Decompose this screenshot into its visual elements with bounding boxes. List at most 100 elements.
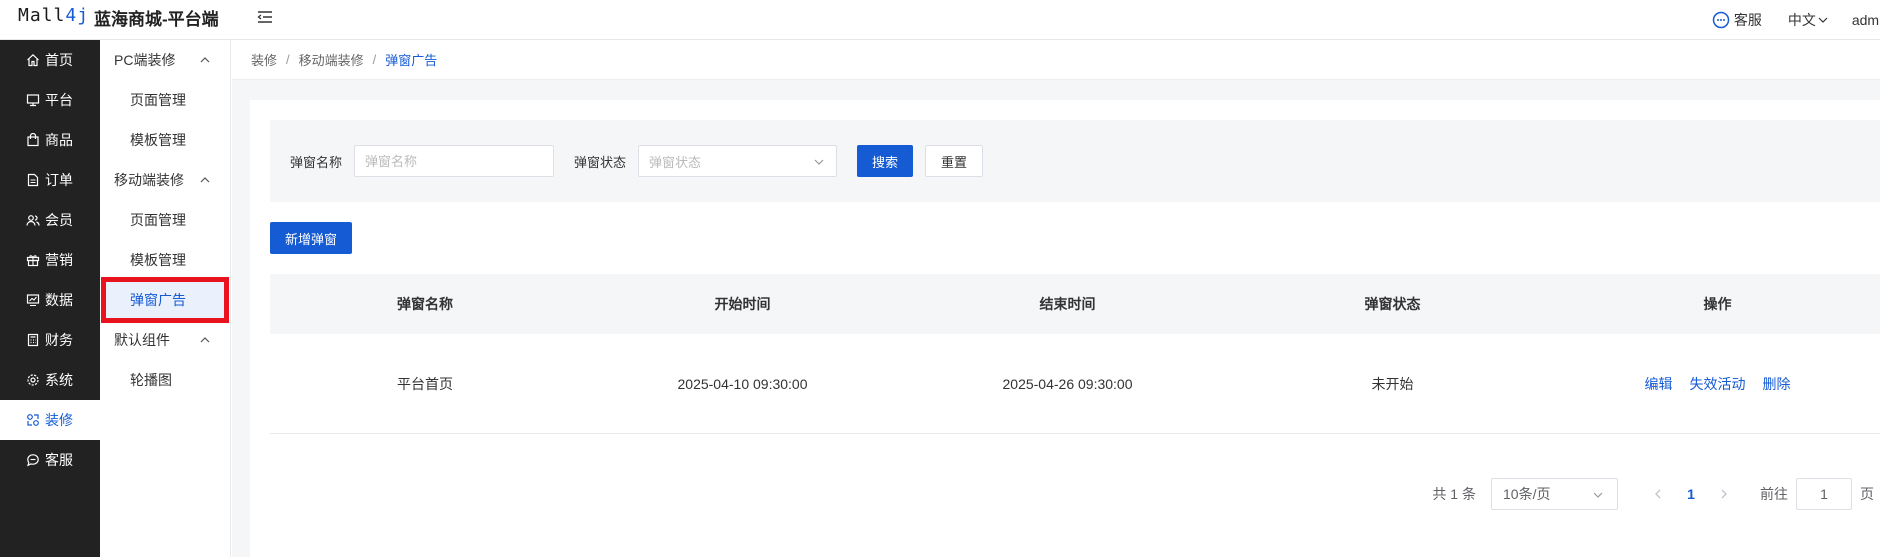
- submenu-item-pc-templates[interactable]: 模板管理: [100, 120, 230, 160]
- language-label: 中文: [1787, 12, 1816, 28]
- add-popup-button[interactable]: 新增弹窗: [270, 222, 353, 254]
- submenu-item-carousel[interactable]: 轮播图: [100, 360, 230, 400]
- submenu-item-popup-ads[interactable]: 弹窗广告: [101, 277, 229, 323]
- status-filter-label: 弹窗状态: [574, 154, 627, 170]
- document-icon: [27, 173, 39, 187]
- sidebar-item-platform[interactable]: 平台: [0, 80, 100, 120]
- filter-bar: 弹窗名称 弹窗状态 弹窗状态 搜索 重置: [270, 120, 1880, 202]
- chevron-up-icon: [200, 57, 210, 63]
- submenu-group-default[interactable]: 默认组件: [100, 320, 230, 360]
- column-header: 开始时间: [714, 296, 771, 312]
- edit-link[interactable]: 编辑: [1645, 374, 1673, 394]
- sidebar-item-service[interactable]: 客服: [0, 440, 100, 480]
- chat-icon: [27, 454, 39, 467]
- prev-page-button[interactable]: [1642, 486, 1674, 502]
- next-page-button[interactable]: [1708, 486, 1740, 502]
- goto-page-input[interactable]: [1796, 478, 1852, 510]
- collapse-menu-icon[interactable]: [254, 6, 276, 28]
- chevron-left-icon: [1655, 489, 1661, 499]
- logo-prefix: Mall: [18, 5, 66, 26]
- sidebar-item-label: 系统: [45, 372, 73, 388]
- language-switcher[interactable]: 中文: [1788, 10, 1828, 30]
- submenu-item-mobile-pages[interactable]: 页面管理: [100, 200, 230, 240]
- gear-icon: [27, 374, 39, 386]
- cell-actions: 编辑 失效活动 删除: [1555, 374, 1880, 394]
- submenu-item-mobile-templates[interactable]: 模板管理: [100, 240, 230, 280]
- chat-bubble-icon: [1712, 11, 1730, 29]
- sidebar-item-finance[interactable]: 财务: [0, 320, 100, 360]
- sidebar-item-label: 营销: [45, 252, 73, 268]
- breadcrumb-separator: /: [286, 52, 290, 67]
- popup-name-input[interactable]: [354, 145, 555, 177]
- table-header: 弹窗名称 开始时间 结束时间 弹窗状态 操作: [270, 274, 1880, 334]
- main-content: 装修 / 移动端装修 / 弹窗广告 弹窗名称 弹窗状态 弹窗状态 搜索 重置 新…: [232, 40, 1880, 557]
- customer-service-link[interactable]: 客服: [1712, 10, 1762, 30]
- top-bar: Mall4j 蓝海商城-平台端 客服 中文 admin: [0, 0, 1880, 40]
- page-unit-label: 页: [1860, 486, 1874, 502]
- table-row: 平台首页 2025-04-10 09:30:00 2025-04-26 09:3…: [270, 334, 1880, 434]
- column-header: 操作: [1703, 296, 1732, 312]
- app-title: 蓝海商城-平台端: [94, 10, 219, 29]
- sidebar-item-label: 商品: [45, 132, 73, 148]
- chevron-up-icon: [200, 337, 210, 343]
- column-header: 弹窗状态: [1364, 296, 1421, 312]
- user-menu[interactable]: admin: [1852, 12, 1880, 28]
- cell-name: 平台首页: [397, 375, 453, 392]
- sidebar-item-label: 平台: [45, 92, 73, 108]
- breadcrumb-current: 弹窗广告: [385, 53, 438, 68]
- secondary-menu: PC端装修 页面管理 模板管理 移动端装修 页面管理 模板管理 弹窗广告 默认组…: [100, 40, 231, 557]
- breadcrumb-level2[interactable]: 移动端装修: [299, 50, 364, 69]
- home-icon: [27, 53, 39, 67]
- popup-table: 弹窗名称 开始时间 结束时间 弹窗状态 操作 平台首页 2025-04-10 0…: [270, 274, 1880, 434]
- calculator-icon: [27, 333, 39, 347]
- sidebar-item-label: 财务: [45, 332, 73, 348]
- breadcrumb: 装修 / 移动端装修 / 弹窗广告: [232, 40, 1880, 80]
- submenu-group-label: 移动端装修: [114, 172, 184, 188]
- chevron-down-icon: [1593, 492, 1603, 498]
- page-size-value: 10条/页: [1503, 486, 1551, 502]
- popup-status-select[interactable]: 弹窗状态: [638, 145, 838, 177]
- chevron-down-icon: [814, 159, 824, 165]
- sidebar-item-label: 装修: [45, 412, 73, 428]
- page-size-select[interactable]: 10条/页: [1491, 478, 1618, 510]
- cell-status: 未开始: [1371, 375, 1414, 392]
- submenu-item-pc-pages[interactable]: 页面管理: [100, 80, 230, 120]
- logo-suffix: 4j: [65, 5, 90, 26]
- sidebar-item-label: 首页: [45, 52, 73, 68]
- sidebar-item-system[interactable]: 系统: [0, 360, 100, 400]
- sidebar-item-data[interactable]: 数据: [0, 280, 100, 320]
- chevron-down-icon: [1818, 17, 1828, 23]
- sidebar-item-members[interactable]: 会员: [0, 200, 100, 240]
- logo: Mall4j: [18, 5, 89, 26]
- delete-link[interactable]: 删除: [1763, 374, 1791, 394]
- decorate-icon: [27, 414, 39, 426]
- sidebar-item-label: 会员: [45, 212, 73, 228]
- sidebar-item-decoration[interactable]: 装修: [0, 400, 100, 440]
- goto-label: 前往: [1760, 486, 1788, 502]
- cell-start-time: 2025-04-10 09:30:00: [677, 375, 808, 392]
- submenu-group-mobile[interactable]: 移动端装修: [100, 160, 230, 200]
- submenu-group-label: PC端装修: [114, 52, 176, 68]
- chevron-up-icon: [200, 177, 210, 183]
- customer-service-label: 客服: [1733, 12, 1762, 28]
- column-header: 弹窗名称: [397, 296, 453, 312]
- sidebar-item-orders[interactable]: 订单: [0, 160, 100, 200]
- submenu-group-pc[interactable]: PC端装修: [100, 40, 230, 80]
- sidebar-item-products[interactable]: 商品: [0, 120, 100, 160]
- monitor-icon: [26, 94, 40, 107]
- sidebar-item-home[interactable]: 首页: [0, 40, 100, 80]
- deactivate-link[interactable]: 失效活动: [1690, 374, 1746, 394]
- pagination: 共 1 条 10条/页 1 前往 页: [232, 476, 1880, 512]
- users-icon: [26, 215, 40, 226]
- reset-button[interactable]: 重置: [925, 145, 984, 177]
- page-number[interactable]: 1: [1674, 486, 1708, 502]
- column-header: 结束时间: [1039, 296, 1096, 312]
- bag-icon: [27, 133, 39, 147]
- sidebar-item-marketing[interactable]: 营销: [0, 240, 100, 280]
- chevron-right-icon: [1721, 489, 1727, 499]
- breadcrumb-level1[interactable]: 装修: [251, 50, 277, 69]
- search-button[interactable]: 搜索: [857, 145, 914, 177]
- breadcrumb-separator: /: [372, 52, 377, 67]
- cell-end-time: 2025-04-26 09:30:00: [1002, 375, 1133, 392]
- gift-icon: [26, 255, 40, 267]
